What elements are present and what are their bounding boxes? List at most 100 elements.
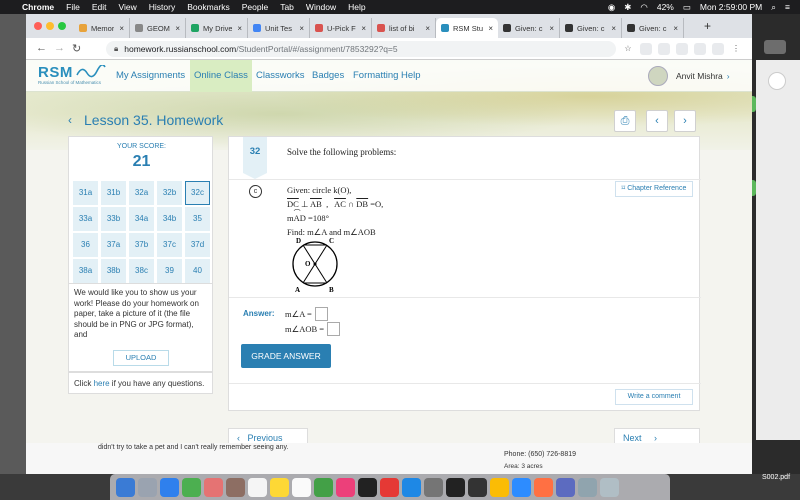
menu-file[interactable]: File: [66, 2, 80, 12]
safari-icon[interactable]: [160, 477, 179, 497]
battery-icon[interactable]: ▭: [683, 2, 691, 13]
close-tab-icon[interactable]: ×: [488, 24, 493, 33]
rsm-logo[interactable]: RSM Russian School of Mathematics: [38, 64, 108, 88]
menu-bookmarks[interactable]: Bookmarks: [187, 2, 230, 12]
user-menu[interactable]: Anvit Mishra ›: [648, 66, 730, 86]
nav-my-assignments[interactable]: My Assignments: [112, 60, 189, 92]
wifi-icon[interactable]: ◠: [640, 2, 647, 13]
problem-cell-37a[interactable]: 37a: [101, 233, 126, 257]
next-button[interactable]: Next ›: [614, 428, 700, 443]
browser-tab[interactable]: Given: c ×: [498, 18, 560, 38]
browser-tab[interactable]: list of bi ×: [372, 18, 436, 38]
extension-icon[interactable]: [640, 43, 652, 55]
problem-cell-38a[interactable]: 38a: [73, 259, 98, 283]
minimize-window-icon[interactable]: [46, 22, 54, 30]
close-tab-icon[interactable]: ×: [425, 24, 430, 33]
problem-cell-33b[interactable]: 33b: [101, 207, 126, 231]
problem-cell-39[interactable]: 39: [157, 259, 182, 283]
browser-tab[interactable]: Given: c ×: [560, 18, 622, 38]
browser-tab[interactable]: Memori: ×: [74, 18, 130, 38]
extension-icon[interactable]: [712, 43, 724, 55]
problem-cell-32a[interactable]: 32a: [129, 181, 154, 205]
close-tab-icon[interactable]: ×: [361, 24, 366, 33]
app-icon[interactable]: [556, 477, 575, 497]
control-center-icon[interactable]: ≡: [785, 2, 790, 12]
next-problem-chevron-icon[interactable]: ›: [674, 110, 696, 132]
browser-tab[interactable]: Given: c ×: [622, 18, 684, 38]
menu-edit[interactable]: Edit: [92, 2, 107, 12]
maps-icon[interactable]: [314, 477, 333, 497]
trash-icon[interactable]: [600, 477, 619, 497]
problem-cell-40[interactable]: 40: [185, 259, 210, 283]
browser-tab[interactable]: U-Pick F ×: [310, 18, 372, 38]
search-icon[interactable]: ⌕: [771, 2, 776, 13]
back-chevron-icon[interactable]: ‹: [68, 113, 72, 127]
reminders-icon[interactable]: [292, 477, 311, 497]
write-comment-button[interactable]: Write a comment: [615, 389, 693, 405]
problem-cell-31a[interactable]: 31a: [73, 181, 98, 205]
answer-angle-a-input[interactable]: [314, 307, 328, 321]
problem-cell-38c[interactable]: 38c: [129, 259, 154, 283]
extension-icon[interactable]: [694, 43, 706, 55]
problem-cell-38b[interactable]: 38b: [101, 259, 126, 283]
chrome-icon[interactable]: [490, 477, 509, 497]
calendar-icon[interactable]: [248, 477, 267, 497]
extension-icon[interactable]: [676, 43, 688, 55]
menu-history[interactable]: History: [149, 2, 175, 12]
close-window-icon[interactable]: [34, 22, 42, 30]
menu-people[interactable]: People: [242, 2, 268, 12]
desktop-file-label[interactable]: S002.pdf: [752, 474, 800, 486]
messages-icon[interactable]: [182, 477, 201, 497]
problem-cell-32c-selected[interactable]: 32c: [185, 181, 210, 205]
zoom-icon[interactable]: [512, 477, 531, 497]
problem-cell-34b[interactable]: 34b: [157, 207, 182, 231]
extension-icon[interactable]: [658, 43, 670, 55]
print-icon[interactable]: ⎙: [614, 110, 636, 132]
menu-app-name[interactable]: Chrome: [22, 2, 54, 12]
nav-classworks[interactable]: Classworks: [252, 60, 309, 92]
nav-online-class[interactable]: Online Class: [190, 60, 252, 92]
problem-cell-32b[interactable]: 32b: [157, 181, 182, 205]
answer-angle-aob-input[interactable]: [327, 322, 341, 336]
app-store-icon[interactable]: [402, 477, 421, 497]
problem-cell-37b[interactable]: 37b: [129, 233, 154, 257]
menu-window[interactable]: Window: [306, 2, 336, 12]
problem-cell-36[interactable]: 36: [73, 233, 98, 257]
browser-tab[interactable]: Unit Tes ×: [248, 18, 310, 38]
terminal-icon[interactable]: [446, 477, 465, 497]
nav-badges[interactable]: Badges: [308, 60, 348, 92]
close-tab-icon[interactable]: ×: [611, 24, 616, 33]
reload-icon[interactable]: ↻: [72, 42, 81, 55]
prev-problem-chevron-icon[interactable]: ‹: [646, 110, 668, 132]
grade-answer-button[interactable]: GRADE ANSWER: [241, 344, 331, 368]
launchpad-icon[interactable]: [138, 477, 157, 497]
forward-arrow-icon[interactable]: →: [54, 42, 65, 54]
close-tab-icon[interactable]: ×: [673, 24, 678, 33]
close-tab-icon[interactable]: ×: [119, 24, 124, 33]
problem-cell-33a[interactable]: 33a: [73, 207, 98, 231]
previous-button[interactable]: ‹ Previous: [228, 428, 308, 443]
browser-tab[interactable]: GEOM-C ×: [130, 18, 186, 38]
bluetooth-icon[interactable]: ✱: [624, 2, 631, 13]
problem-cell-37d[interactable]: 37d: [185, 233, 210, 257]
music-icon[interactable]: [336, 477, 355, 497]
help-link[interactable]: here: [94, 379, 110, 388]
battery-percent[interactable]: 42%: [657, 2, 674, 12]
tv-icon[interactable]: [358, 477, 377, 497]
photos-icon[interactable]: [204, 477, 223, 497]
contacts-icon[interactable]: [226, 477, 245, 497]
lock-icon[interactable]: 🔒︎: [114, 44, 118, 54]
browser-tab-active[interactable]: RSM Stu ×: [436, 18, 498, 38]
new-tab-icon[interactable]: +: [704, 19, 711, 33]
menu-view[interactable]: View: [118, 2, 136, 12]
preview-icon[interactable]: [534, 477, 553, 497]
browser-tab[interactable]: My Drive ×: [186, 18, 248, 38]
clock[interactable]: Mon 2:59:00 PM: [700, 2, 762, 12]
problem-cell-35[interactable]: 35: [185, 207, 210, 231]
nav-formatting-help[interactable]: Formatting Help: [349, 60, 425, 92]
activity-monitor-icon[interactable]: [468, 477, 487, 497]
close-tab-icon[interactable]: ×: [299, 24, 304, 33]
problem-cell-31b[interactable]: 31b: [101, 181, 126, 205]
finder-icon[interactable]: [116, 477, 135, 497]
address-bar[interactable]: 🔒︎ homework.russianschool.com /StudentPo…: [106, 41, 616, 57]
